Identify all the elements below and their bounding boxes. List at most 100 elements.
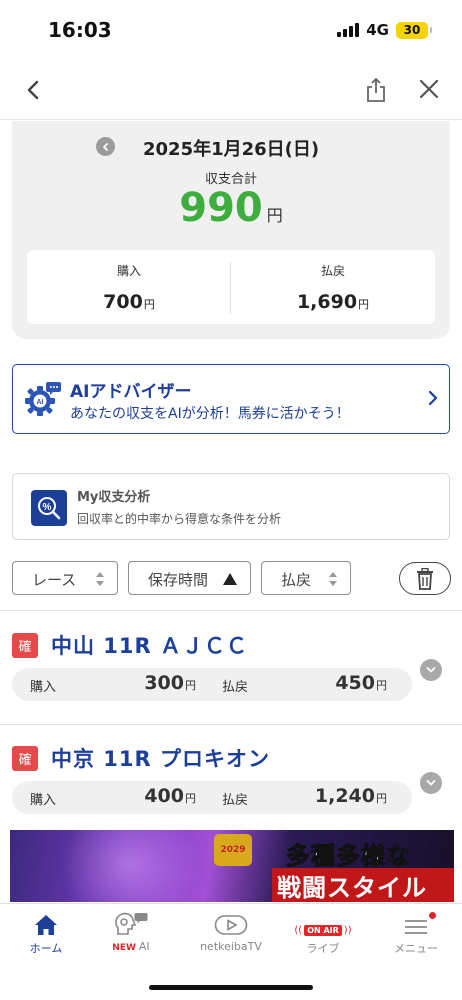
new-badge: NEW: [112, 943, 136, 953]
chevron-left-icon: [102, 142, 108, 151]
trash-icon: [417, 567, 433, 590]
purchase-amount: 700円: [27, 291, 231, 313]
purchase-label: 購入: [30, 793, 57, 808]
purchase-unit: 円: [143, 298, 155, 311]
saved-time-sort-label: 保存時間: [148, 571, 209, 589]
tab-menu[interactable]: メニュー: [370, 910, 462, 960]
chevron-right-icon: [427, 389, 439, 411]
refund-amount: 1,240円: [315, 785, 387, 807]
network-type: 4G: [366, 21, 389, 39]
purchase-label: 購入: [30, 680, 57, 695]
total-balance-unit: 円: [266, 206, 283, 225]
hamburger-menu-icon: [405, 920, 427, 934]
refund-value: 1,690: [296, 291, 358, 313]
svg-text:AI: AI: [37, 399, 44, 406]
close-icon: [419, 79, 439, 99]
refund-sort-button[interactable]: 払戻: [261, 561, 351, 595]
ai-advisor-banner[interactable]: AI AIアドバイザー あなたの収支をAIが分析！馬券に活かそう！: [12, 364, 450, 434]
on-air-badge: ON AIR: [304, 925, 342, 936]
purchase-refund-breakdown: 購入 700円 払戻 1,690円: [27, 250, 435, 324]
tab-tv-label: netkeibaTV: [200, 940, 262, 953]
refund-unit: 円: [358, 298, 370, 311]
confirmed-badge: 確: [12, 633, 38, 658]
purchase-value: 400: [144, 785, 184, 807]
expand-button[interactable]: [420, 772, 442, 794]
expand-button[interactable]: [420, 659, 442, 681]
tab-ai-label: NEW AI: [85, 940, 177, 953]
tab-home-label: ホーム: [29, 942, 63, 955]
divider: [0, 610, 462, 611]
refund-amount: 450円: [335, 672, 387, 694]
purchase-column: 購入 700円: [27, 250, 231, 324]
ai-advisor-title: AIアドバイザー: [70, 382, 192, 402]
refund-label: 払戻: [222, 793, 249, 808]
purchase-amount: 400円: [144, 785, 196, 807]
tab-netkeiba-tv[interactable]: netkeibaTV: [185, 910, 277, 960]
clock: 16:03: [48, 18, 112, 42]
banner-subheadline: 戦闘スタイルで: [272, 868, 454, 902]
broadcast-right-icon: )): [343, 925, 352, 936]
share-icon: [367, 77, 385, 102]
tab-menu-label: メニュー: [394, 942, 438, 955]
purchase-amount: 300円: [144, 672, 196, 694]
battery-icon: 30: [396, 21, 432, 39]
tab-ai-text: AI: [138, 940, 150, 953]
refund-unit: 円: [376, 679, 387, 692]
tab-ai[interactable]: NEW AI: [85, 910, 177, 960]
my-analysis-subtitle: 回収率と的中率から得意な条件を分析: [77, 512, 282, 526]
tab-home[interactable]: ホーム: [0, 910, 92, 960]
purchase-unit: 円: [185, 679, 196, 692]
chevron-down-icon: [426, 780, 436, 786]
total-balance-value: 990: [179, 185, 263, 231]
ad-banner[interactable]: 2029 多種多様な 戦闘スタイルで: [10, 830, 454, 902]
banner-headline: 多種多様な: [286, 842, 411, 871]
my-balance-analysis[interactable]: % My収支分析 回収率と的中率から得意な条件を分析: [12, 473, 450, 540]
race-sort-label: レース: [32, 571, 77, 589]
back-button[interactable]: [22, 76, 44, 108]
percent-chart-icon: %: [31, 490, 67, 526]
home-icon: [35, 915, 57, 935]
chevron-left-icon: [27, 80, 39, 100]
purchase-unit: 円: [185, 792, 196, 805]
race-row[interactable]: 確 中山 11R ＡＪＣＣ 購入 300円 払戻 450円: [0, 624, 462, 714]
notification-dot: [429, 912, 436, 919]
refund-amount: 1,690円: [231, 291, 435, 313]
race-row[interactable]: 確 中京 11R プロキオン 購入 400円 払戻 1,240円: [0, 737, 462, 827]
sort-updown-icon: [329, 572, 337, 586]
race-title: 中山 11R ＡＪＣＣ: [51, 634, 249, 658]
divider: [0, 724, 462, 725]
saved-time-sort-button[interactable]: 保存時間: [128, 561, 251, 595]
purchase-value: 700: [103, 291, 143, 313]
ai-gear-icon: AI: [23, 380, 61, 422]
refund-value: 1,240: [314, 785, 375, 807]
banner-art: [50, 830, 210, 902]
confirmed-badge: 確: [12, 746, 38, 771]
svg-text:%: %: [43, 502, 52, 513]
total-balance: 990 円: [12, 185, 450, 231]
close-button[interactable]: [418, 78, 440, 104]
purchase-label: 購入: [116, 264, 141, 278]
sort-updown-icon: [96, 572, 104, 586]
refund-value: 450: [335, 672, 375, 694]
ai-head-icon: [115, 912, 148, 935]
game-logo: 2029: [214, 834, 252, 866]
date-row: 2025年1月26日(日): [12, 128, 450, 160]
race-amounts: 購入 400円 払戻 1,240円: [12, 781, 412, 814]
refund-label: 払戻: [222, 680, 249, 695]
tab-live[interactable]: ((ON AIR)) ライブ: [277, 910, 369, 960]
chevron-down-icon: [426, 667, 436, 673]
race-title: 中京 11R プロキオン: [51, 747, 271, 771]
sort-ascending-icon: [223, 573, 237, 585]
game-logo-text: 2029: [220, 845, 246, 855]
current-date: 2025年1月26日(日): [143, 139, 320, 160]
ai-advisor-subtitle: あなたの収支をAIが分析！馬券に活かそう！: [70, 406, 350, 422]
refund-unit: 円: [376, 792, 387, 805]
refund-sort-label: 払戻: [281, 571, 312, 589]
status-icons: 4G 30: [337, 21, 432, 39]
delete-button[interactable]: [399, 562, 451, 595]
race-sort-button[interactable]: レース: [12, 561, 118, 595]
previous-date-button[interactable]: [96, 137, 115, 156]
refund-column: 払戻 1,690円: [231, 250, 435, 324]
status-bar: 16:03 4G 30: [0, 0, 462, 62]
share-button[interactable]: [364, 76, 388, 108]
